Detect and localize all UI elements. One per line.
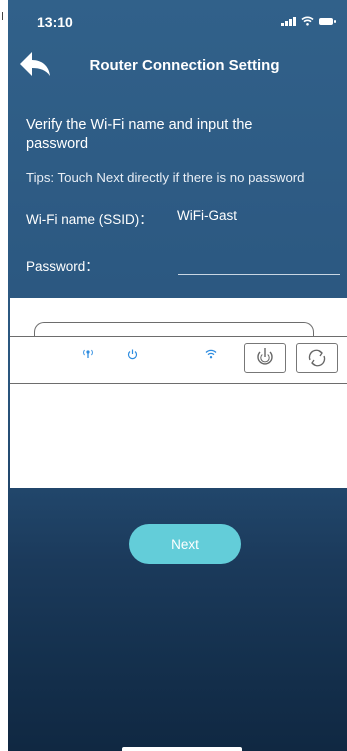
password-input[interactable] xyxy=(178,254,340,275)
status-bar: 13:10 xyxy=(8,0,347,36)
tips-text: Tips: Touch Next directly if there is no… xyxy=(26,170,305,185)
status-time: 13:10 xyxy=(37,14,73,30)
ssid-value: WiFi-Gast xyxy=(177,208,237,223)
status-icons xyxy=(281,16,336,26)
power-icon xyxy=(127,349,138,360)
wifi-icon xyxy=(205,349,217,359)
battery-icon xyxy=(319,17,336,25)
next-button[interactable]: Next xyxy=(129,524,241,564)
router-power-button xyxy=(244,343,286,373)
instruction-heading: Verify the Wi-Fi name and input the pass… xyxy=(26,117,253,152)
router-top-edge xyxy=(34,322,314,337)
home-indicator xyxy=(122,747,242,751)
page-title: Router Connection Setting xyxy=(89,57,280,74)
wifi-status-icon xyxy=(301,16,314,26)
power-button-icon xyxy=(257,348,273,365)
margin-tick xyxy=(2,12,3,20)
antenna-icon xyxy=(83,349,93,358)
router-illustration xyxy=(10,298,347,488)
router-body xyxy=(10,336,347,384)
app-screen: 13:10 Router Connection Setting Verify t… xyxy=(8,0,347,751)
router-wps-button xyxy=(296,343,338,373)
password-label: Password： xyxy=(26,259,99,274)
nav-header: Router Connection Setting xyxy=(8,44,347,84)
left-margin xyxy=(0,0,8,751)
wps-button-icon xyxy=(308,349,326,367)
signal-icon xyxy=(281,16,296,26)
ssid-label: Wi-Fi name (SSID)： xyxy=(26,212,153,227)
